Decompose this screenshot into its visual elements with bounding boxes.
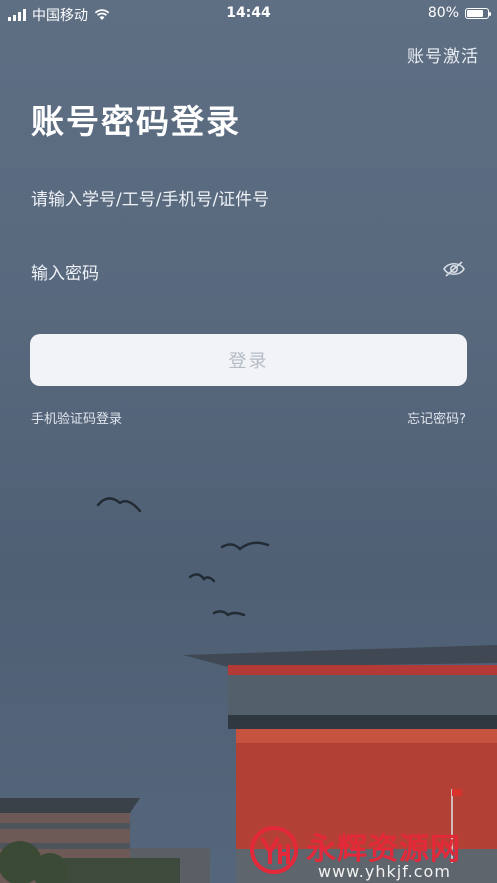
status-time: 14:44 — [226, 5, 271, 21]
watermark-text: 永辉资源网 — [306, 832, 461, 867]
battery-fill — [467, 9, 483, 17]
status-bar: 中国移动 14:44 80% — [0, 0, 497, 26]
birds-image — [96, 497, 270, 617]
account-placeholder: 请输入学号/工号/手机号/证件号 — [31, 190, 270, 210]
forgot-password-link[interactable]: 忘记密码? — [407, 408, 466, 427]
password-input[interactable]: 输入密码 — [31, 259, 466, 284]
account-input[interactable]: 请输入学号/工号/手机号/证件号 — [31, 185, 466, 210]
battery-percent: 80% — [427, 5, 459, 21]
campus-background-image — [0, 497, 497, 883]
status-right: 80% — [427, 5, 491, 21]
login-button[interactable]: 登录 — [30, 334, 467, 386]
account-activate-link[interactable]: 账号激活 — [407, 42, 479, 67]
yh-logo-icon — [250, 826, 298, 874]
battery-icon — [465, 7, 491, 19]
sms-login-link[interactable]: 手机验证码登录 — [31, 408, 122, 427]
password-placeholder: 输入密码 — [31, 264, 99, 284]
eye-off-icon[interactable] — [442, 259, 466, 279]
watermark-url: www.yhkjf.com — [318, 862, 451, 881]
page-title: 账号密码登录 — [31, 102, 241, 141]
